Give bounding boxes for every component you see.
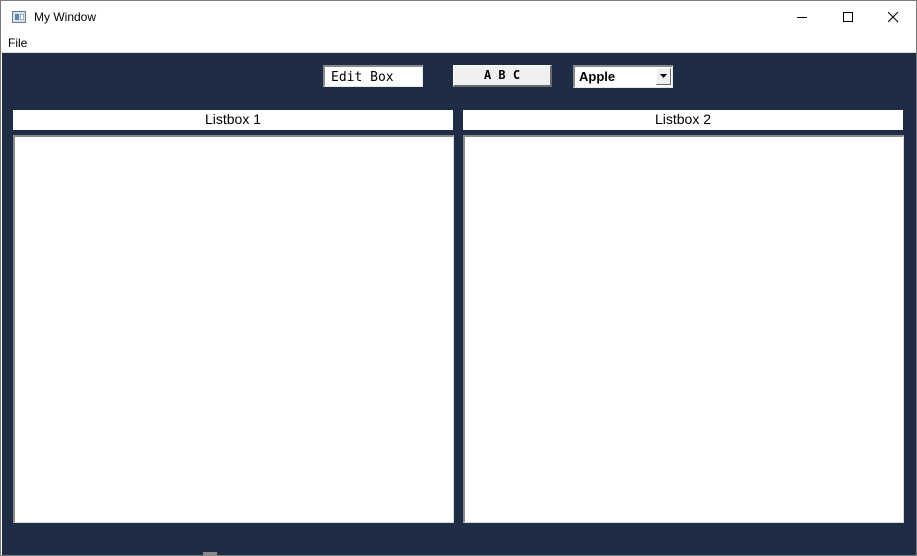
client-area: A B C Apple Listbox 1 Listbox 2: [2, 53, 916, 555]
maximize-button[interactable]: [826, 1, 872, 33]
resize-grip[interactable]: [203, 552, 217, 556]
menu-bar: File: [1, 33, 916, 53]
listbox-2-title: Listbox 2: [463, 110, 903, 130]
listbox-1-title: Listbox 1: [13, 110, 453, 130]
app-icon: [12, 11, 26, 23]
app-window: My Window File A B C Apple: [0, 0, 917, 556]
close-icon: [888, 12, 899, 23]
minimize-button[interactable]: [780, 1, 826, 33]
title-bar[interactable]: My Window: [1, 1, 916, 33]
fruit-combobox[interactable]: Apple: [573, 65, 673, 88]
abc-button[interactable]: A B C: [453, 65, 552, 87]
minimize-icon: [797, 17, 807, 18]
combobox-dropdown-button[interactable]: [656, 68, 671, 85]
menu-item-file[interactable]: File: [8, 36, 27, 50]
listbox-1[interactable]: [13, 135, 454, 523]
window-title: My Window: [34, 10, 97, 24]
edit-box-input[interactable]: [323, 65, 423, 87]
maximize-icon: [843, 12, 853, 22]
combobox-selected-value: Apple: [579, 69, 616, 84]
chevron-down-icon: [660, 74, 667, 78]
close-button[interactable]: [871, 1, 916, 33]
listbox-2[interactable]: [463, 135, 904, 523]
